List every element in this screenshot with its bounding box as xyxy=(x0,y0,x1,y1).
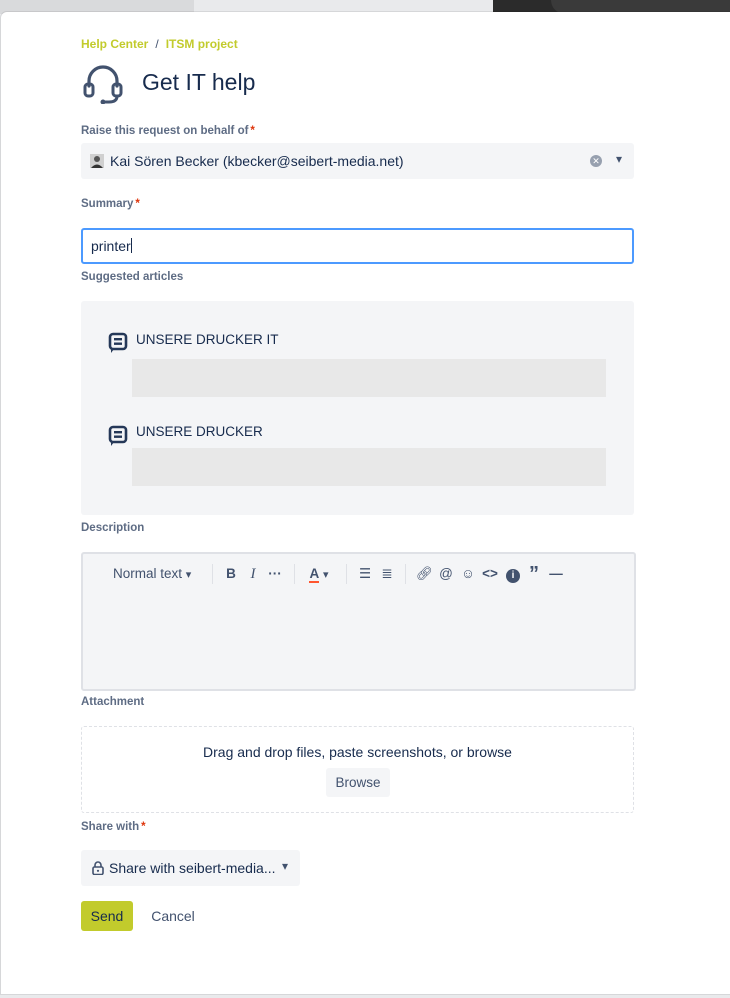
italic-icon[interactable]: I xyxy=(246,564,260,584)
text-style-label: Normal text xyxy=(113,566,183,581)
lock-icon xyxy=(92,861,104,875)
chevron-down-icon: ▾ xyxy=(185,569,192,581)
share-with-value: Share with seibert-media... xyxy=(109,860,276,876)
chevron-down-icon[interactable]: ▾ xyxy=(616,152,622,166)
summary-value: printer xyxy=(91,238,132,254)
article-link[interactable]: UNSERE DRUCKER IT xyxy=(136,332,279,347)
quote-icon[interactable]: ” xyxy=(526,564,542,584)
numbered-list-icon[interactable]: ≣ xyxy=(379,564,395,584)
share-with-label: Share with * xyxy=(81,821,146,833)
required-mark: * xyxy=(141,821,146,833)
text-style-dropdown[interactable]: Normal text ▾ xyxy=(113,564,191,584)
summary-label: Summary * xyxy=(81,198,140,210)
on-behalf-value: Kai Sören Becker (kbecker@seibert-media.… xyxy=(110,153,404,169)
article-icon xyxy=(108,425,128,446)
text-caret xyxy=(130,238,132,253)
article-excerpt xyxy=(132,448,606,486)
text-color-icon[interactable]: A ▾ xyxy=(305,564,333,584)
avatar xyxy=(90,154,104,168)
breadcrumb-separator: / xyxy=(155,37,159,51)
description-label: Description xyxy=(81,522,145,534)
request-form-panel: Help Center / ITSM project Get IT help Rai… xyxy=(1,12,730,994)
breadcrumb-project[interactable]: ITSM project xyxy=(166,37,238,51)
info-icon[interactable]: i xyxy=(505,564,521,584)
article-icon xyxy=(108,332,128,353)
share-with-select[interactable]: Share with seibert-media... ▾ xyxy=(81,850,300,886)
required-mark: * xyxy=(250,125,255,137)
link-icon[interactable]: 🔗︎ xyxy=(416,564,433,584)
chevron-down-icon[interactable]: ▾ xyxy=(282,859,288,873)
breadcrumb: Help Center / ITSM project xyxy=(81,37,238,51)
toolbar-divider xyxy=(212,564,213,584)
bold-icon[interactable]: B xyxy=(223,564,239,584)
suggested-articles-panel: UNSERE DRUCKER IT UNSERE DRUCKER xyxy=(81,301,634,515)
suggested-articles-label: Suggested articles xyxy=(81,271,184,283)
on-behalf-select[interactable]: Kai Sören Becker (kbecker@seibert-media.… xyxy=(81,143,634,179)
clear-icon[interactable]: ✕ xyxy=(590,155,602,167)
attachment-dropzone[interactable]: Drag and drop files, paste screenshots, … xyxy=(81,726,634,813)
article-excerpt xyxy=(132,359,606,397)
summary-value-text: printer xyxy=(91,238,131,254)
divider-icon[interactable]: — xyxy=(548,564,564,584)
article-link[interactable]: UNSERE DRUCKER xyxy=(136,424,263,439)
send-button[interactable]: Send xyxy=(81,901,133,931)
browse-button[interactable]: Browse xyxy=(326,768,390,797)
bullet-list-icon[interactable]: ☰ xyxy=(357,564,373,584)
share-with-label-text: Share with xyxy=(81,821,140,833)
on-behalf-label-text: Raise this request on behalf of xyxy=(81,125,249,137)
mention-icon[interactable]: @ xyxy=(438,564,454,584)
emoji-icon[interactable]: ☺ xyxy=(460,564,476,584)
toolbar-divider xyxy=(294,564,295,584)
cancel-button[interactable]: Cancel xyxy=(143,901,203,931)
summary-label-text: Summary xyxy=(81,198,134,210)
attachment-label: Attachment xyxy=(81,696,145,708)
dropzone-hint: Drag and drop files, paste screenshots, … xyxy=(203,744,512,760)
editor-toolbar: Normal text ▾ B I ··· A ▾ ☰ ≣ 🔗︎ @ ☺ <> … xyxy=(83,554,634,592)
headset-icon xyxy=(83,65,123,104)
description-editor[interactable]: Normal text ▾ B I ··· A ▾ ☰ ≣ 🔗︎ @ ☺ <> … xyxy=(81,552,636,691)
breadcrumb-help-center[interactable]: Help Center xyxy=(81,37,148,51)
summary-input[interactable]: printer xyxy=(81,228,634,264)
more-icon[interactable]: ··· xyxy=(266,564,284,584)
page-title: Get IT help xyxy=(142,69,256,95)
toolbar-divider xyxy=(405,564,406,584)
required-mark: * xyxy=(135,198,140,210)
toolbar-divider xyxy=(346,564,347,584)
code-icon[interactable]: <> xyxy=(481,564,499,584)
on-behalf-label: Raise this request on behalf of * xyxy=(81,125,255,137)
